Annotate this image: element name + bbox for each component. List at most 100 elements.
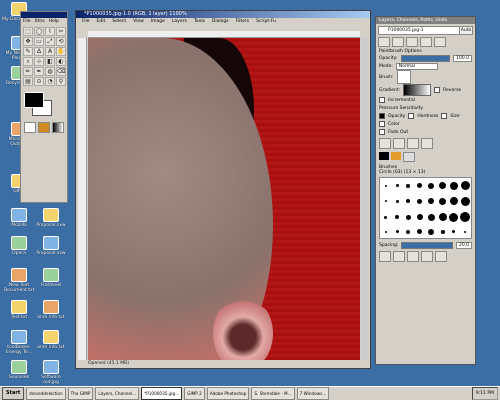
gradient-indicator[interactable]	[52, 122, 64, 133]
fg-mini-swatch[interactable]	[379, 152, 389, 160]
spacing-field[interactable]: 20.0	[455, 241, 472, 249]
brush-thumbnail[interactable]	[406, 199, 411, 204]
brush-thumbnail[interactable]	[460, 196, 470, 206]
incremental-checkbox[interactable]	[379, 97, 385, 103]
brush-thumbnail[interactable]	[406, 183, 411, 188]
image-menu-item[interactable]: Image	[151, 18, 165, 25]
tool-icon[interactable]: ⟲	[56, 37, 66, 46]
tab-layers[interactable]	[378, 37, 390, 47]
brush-thumbnail[interactable]	[460, 181, 470, 191]
brush-thumbnail[interactable]	[452, 230, 456, 234]
toolbox-menu-item[interactable]: Help	[49, 19, 59, 24]
tab-paths[interactable]	[406, 37, 418, 47]
tool-icon[interactable]: ✋	[56, 47, 66, 56]
desktop-icon[interactable]: Test.txt	[2, 300, 36, 320]
desktop-icon[interactable]: anm info.txt	[34, 300, 68, 320]
image-menu-item[interactable]: Tools	[194, 18, 205, 25]
tool-icon[interactable]: ◧	[45, 57, 55, 66]
image-menu-item[interactable]: View	[133, 18, 144, 25]
vertical-ruler[interactable]	[78, 38, 87, 360]
image-menu-item[interactable]: Filters	[236, 18, 250, 25]
taskbar-button[interactable]: The GIMP	[67, 387, 94, 400]
tool-icon[interactable]: ◯	[34, 27, 44, 36]
tool-icon[interactable]: ✎	[23, 47, 33, 56]
brush-thumbnail[interactable]	[428, 198, 435, 205]
refresh-brush-button[interactable]	[435, 251, 447, 262]
restore-options-button[interactable]	[393, 138, 405, 149]
spacing-slider[interactable]	[401, 241, 453, 249]
toolbox-menu-item[interactable]: Xtns	[35, 19, 45, 24]
reverse-checkbox[interactable]	[434, 87, 441, 93]
brush-thumbnail[interactable]	[439, 182, 447, 190]
taskbar-button[interactable]: Layers, Channel...	[95, 387, 140, 400]
brush-thumbnail[interactable]	[395, 230, 399, 234]
dock-title[interactable]: Layers, Channels, Paths, Undo	[376, 17, 475, 24]
taskbar-button[interactable]: *P1000035.jpg...	[141, 387, 183, 400]
brush-indicator[interactable]	[24, 122, 36, 133]
brush-thumbnail[interactable]	[439, 197, 447, 205]
tab-tool-options[interactable]	[434, 37, 446, 47]
tool-icon[interactable]: ⬚	[23, 27, 33, 36]
auto-button[interactable]: Auto	[459, 26, 473, 35]
taskbar-button[interactable]: S. Sterndale - M...	[251, 387, 295, 400]
brush-thumbnail[interactable]	[449, 197, 458, 206]
image-menu-item[interactable]: File	[82, 18, 90, 25]
tab-channels[interactable]	[392, 37, 404, 47]
desktop-icon[interactable]: Opera	[2, 236, 36, 256]
desktop-icon[interactable]: Soulseek	[2, 360, 36, 380]
tool-icon[interactable]: ⤢	[45, 37, 55, 46]
brush-thumbnail[interactable]	[395, 199, 399, 203]
brush-thumbnail[interactable]	[395, 184, 399, 188]
vertical-scrollbar[interactable]	[361, 38, 368, 360]
desktop-icon[interactable]: Flashkeel	[34, 268, 68, 288]
brush-thumbnail[interactable]	[395, 215, 400, 220]
color-checkbox[interactable]	[379, 121, 385, 127]
desktop-icon[interactable]: Mozilla	[2, 208, 36, 228]
tool-icon[interactable]: ⌫	[56, 67, 66, 76]
delete-brush-button[interactable]	[421, 251, 433, 262]
brush-thumbnail[interactable]	[417, 229, 423, 235]
tool-icon[interactable]: ▤	[23, 77, 33, 86]
edit-brush-button[interactable]	[407, 251, 419, 262]
brush-thumbnail[interactable]	[438, 213, 447, 222]
desktop-icon[interactable]: New Text Document.txt	[2, 268, 36, 293]
tab-undo[interactable]	[420, 37, 432, 47]
brush-thumbnail[interactable]	[428, 228, 435, 235]
tool-icon[interactable]: ⌇	[45, 27, 55, 36]
delete-options-button[interactable]	[407, 138, 419, 149]
opacity-checkbox[interactable]	[379, 113, 385, 119]
bg-mini-swatch[interactable]	[403, 152, 415, 162]
tool-icon[interactable]: A	[45, 47, 55, 56]
gradient-preview[interactable]	[403, 84, 432, 96]
brush-thumbnail[interactable]	[405, 214, 411, 220]
new-brush-button[interactable]	[379, 251, 391, 262]
brush-thumbnail[interactable]	[406, 229, 411, 234]
taskbar-button[interactable]: steveddelection	[26, 387, 66, 400]
brush-thumbnail[interactable]	[384, 200, 387, 203]
mode-select[interactable]: Normal	[395, 62, 438, 70]
brush-thumbnail[interactable]	[449, 181, 458, 190]
save-options-button[interactable]	[379, 138, 391, 149]
tool-icon[interactable]: ▭	[34, 37, 44, 46]
tool-icon[interactable]: ⌕	[23, 57, 33, 66]
start-button[interactable]: Start	[2, 387, 25, 400]
brush-thumbnail[interactable]	[384, 230, 387, 233]
tool-icon[interactable]: ✥	[23, 37, 33, 46]
brush-thumbnail[interactable]	[464, 230, 467, 233]
brush-thumbnail[interactable]	[449, 212, 459, 222]
image-canvas[interactable]	[88, 38, 360, 360]
brush-thumbnail[interactable]	[460, 212, 471, 223]
reset-options-button[interactable]	[421, 138, 433, 149]
taskbar-button[interactable]: Adobe Photoshop	[206, 387, 250, 400]
image-menu-item[interactable]: Layers	[172, 18, 187, 25]
desktop-icon[interactable]: Proposal.sxw	[34, 236, 68, 256]
horizontal-ruler[interactable]	[88, 31, 360, 38]
toolbox-menu-item[interactable]: File	[23, 19, 31, 24]
image-menu-item[interactable]: Dialogs	[212, 18, 229, 25]
tool-icon[interactable]: Δ	[34, 47, 44, 56]
tool-icon[interactable]: ⊙	[34, 77, 44, 86]
brush-preview[interactable]	[396, 70, 411, 84]
fade-checkbox[interactable]	[379, 129, 385, 135]
hardness-checkbox[interactable]	[408, 113, 415, 119]
tool-icon[interactable]: ◐	[56, 57, 66, 66]
